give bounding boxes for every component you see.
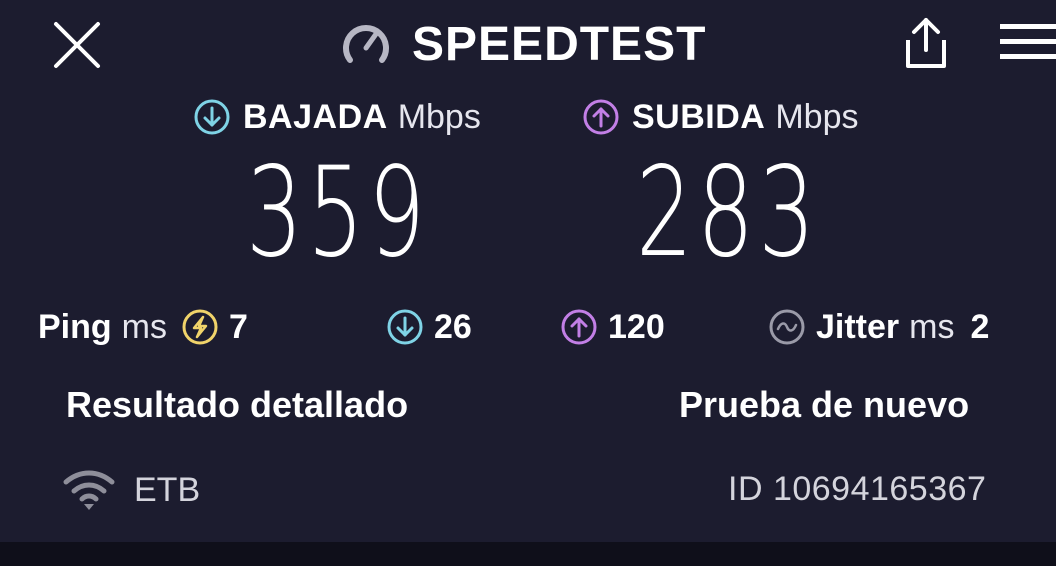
ping-upload-group: 120 <box>560 304 665 350</box>
ping-unit: ms <box>121 307 167 346</box>
app-title: SPEEDTEST <box>412 17 707 71</box>
provider-info: ETB <box>62 466 200 514</box>
ping-idle-group: Ping ms 7 <box>38 304 248 350</box>
arrow-down-circle-icon <box>194 99 230 135</box>
share-icon[interactable] <box>900 16 952 70</box>
result-id: ID 10694165367 <box>728 470 987 508</box>
speedtest-brand: SPEEDTEST <box>340 14 706 74</box>
arrow-down-circle-icon <box>387 309 423 345</box>
download-header: BAJADA Mbps <box>193 96 481 138</box>
ping-idle-icon <box>182 309 218 345</box>
ping-label: Ping <box>38 307 112 346</box>
download-label: BAJADA <box>243 97 388 136</box>
provider-name: ETB <box>134 470 201 509</box>
bottom-bar <box>0 542 1056 566</box>
menu-icon[interactable] <box>998 20 1056 64</box>
test-again-button[interactable]: Prueba de nuevo <box>679 384 969 426</box>
wifi-icon <box>63 470 115 510</box>
upload-header: SUBIDA Mbps <box>582 96 858 138</box>
download-unit: Mbps <box>397 97 481 136</box>
close-icon[interactable] <box>52 20 102 70</box>
ping-upload-value: 120 <box>608 307 665 346</box>
arrow-up-circle-icon <box>561 309 597 345</box>
detailed-result-button[interactable]: Resultado detallado <box>66 384 408 426</box>
ping-download-value: 26 <box>434 307 472 346</box>
speedtest-result-screen: SPEEDTEST BAJADA Mbps SUBIDA Mbps 359 28… <box>0 0 1056 566</box>
jitter-wave-icon <box>769 309 805 345</box>
jitter-value: 2 <box>970 307 990 346</box>
ping-download-group: 26 <box>386 304 472 350</box>
upload-speed-value: 283 <box>636 141 820 285</box>
upload-unit: Mbps <box>775 97 859 136</box>
jitter-unit: ms <box>909 307 955 346</box>
ping-idle-value: 7 <box>229 307 248 346</box>
upload-label: SUBIDA <box>632 97 766 136</box>
gauge-icon <box>343 25 389 63</box>
arrow-up-circle-icon <box>583 99 619 135</box>
download-speed-value: 359 <box>246 141 430 285</box>
jitter-label: Jitter <box>816 307 900 346</box>
jitter-group: Jitter ms 2 <box>768 304 989 350</box>
